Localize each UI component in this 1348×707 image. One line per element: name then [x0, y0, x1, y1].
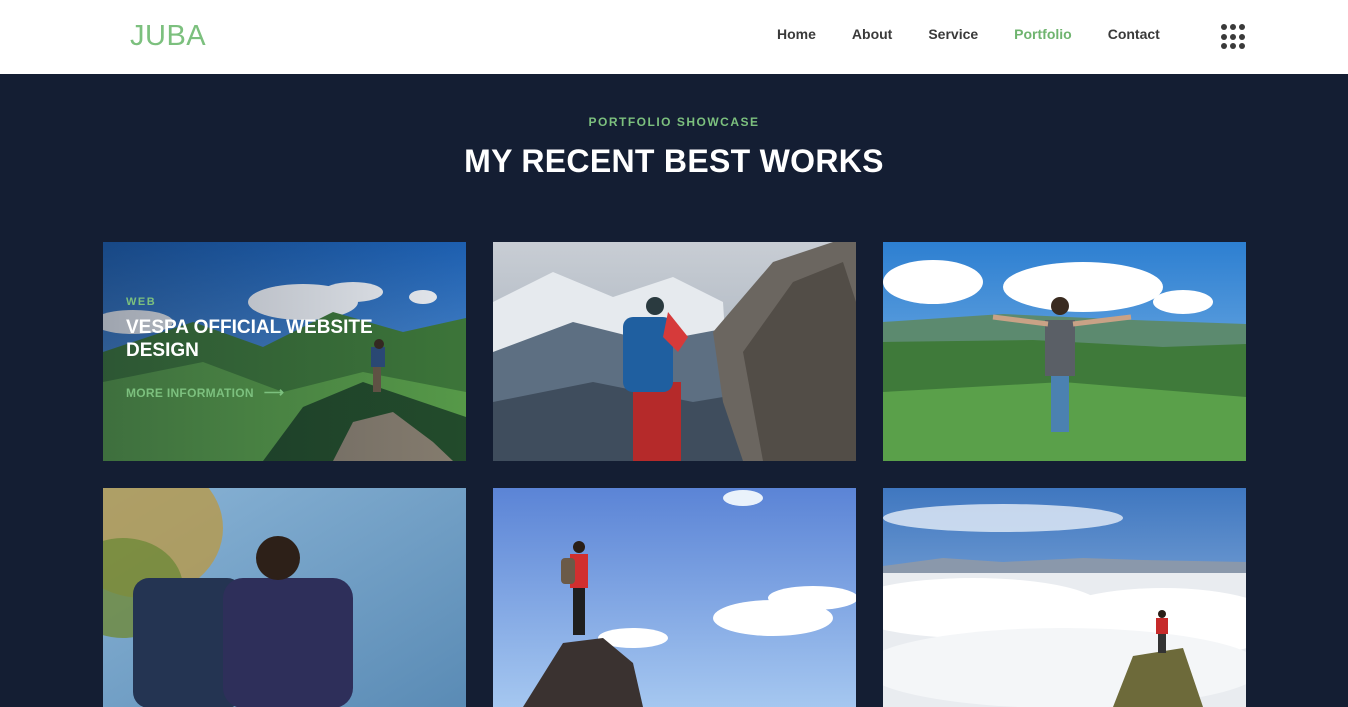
section-title: MY RECENT BEST WORKS [464, 143, 884, 179]
portfolio-card-3[interactable] [883, 242, 1246, 461]
sky-hiker-photo [493, 488, 856, 707]
portfolio-card-2[interactable] [493, 242, 856, 461]
main-nav: Home About Service Portfolio Contact [760, 26, 1160, 42]
nav-service[interactable]: Service [928, 26, 978, 42]
portfolio-card-4[interactable] [103, 488, 466, 707]
rock-hiker-photo [493, 242, 856, 461]
clouds-photo [883, 488, 1246, 707]
section-eyebrow: PORTFOLIO SHOWCASE [588, 115, 760, 129]
nav-home[interactable]: Home [777, 26, 816, 42]
valley-photo [883, 242, 1246, 461]
more-information-label: MORE INFORMATION [126, 385, 254, 400]
arrow-right-icon: ⟶ [263, 384, 285, 400]
portfolio-card-6[interactable] [883, 488, 1246, 707]
card-category: WEB [126, 296, 157, 308]
nav-contact[interactable]: Contact [1108, 26, 1160, 42]
logo[interactable]: JUBA [130, 20, 206, 53]
site-header: JUBA Home About Service Portfolio Contac… [0, 0, 1348, 74]
portfolio-card-5[interactable] [493, 488, 856, 707]
sitting-hiker-photo [103, 488, 466, 707]
portfolio-card-1[interactable]: WEB VESPA OFFICIAL WEBSITE DESIGN MORE I… [103, 242, 466, 461]
grid-dots-icon[interactable] [1221, 24, 1247, 50]
card-title: VESPA OFFICIAL WEBSITE DESIGN [126, 317, 373, 361]
nav-portfolio[interactable]: Portfolio [1014, 26, 1072, 42]
nav-about[interactable]: About [852, 26, 892, 42]
more-information-link[interactable]: MORE INFORMATION ⟶ [126, 384, 284, 401]
